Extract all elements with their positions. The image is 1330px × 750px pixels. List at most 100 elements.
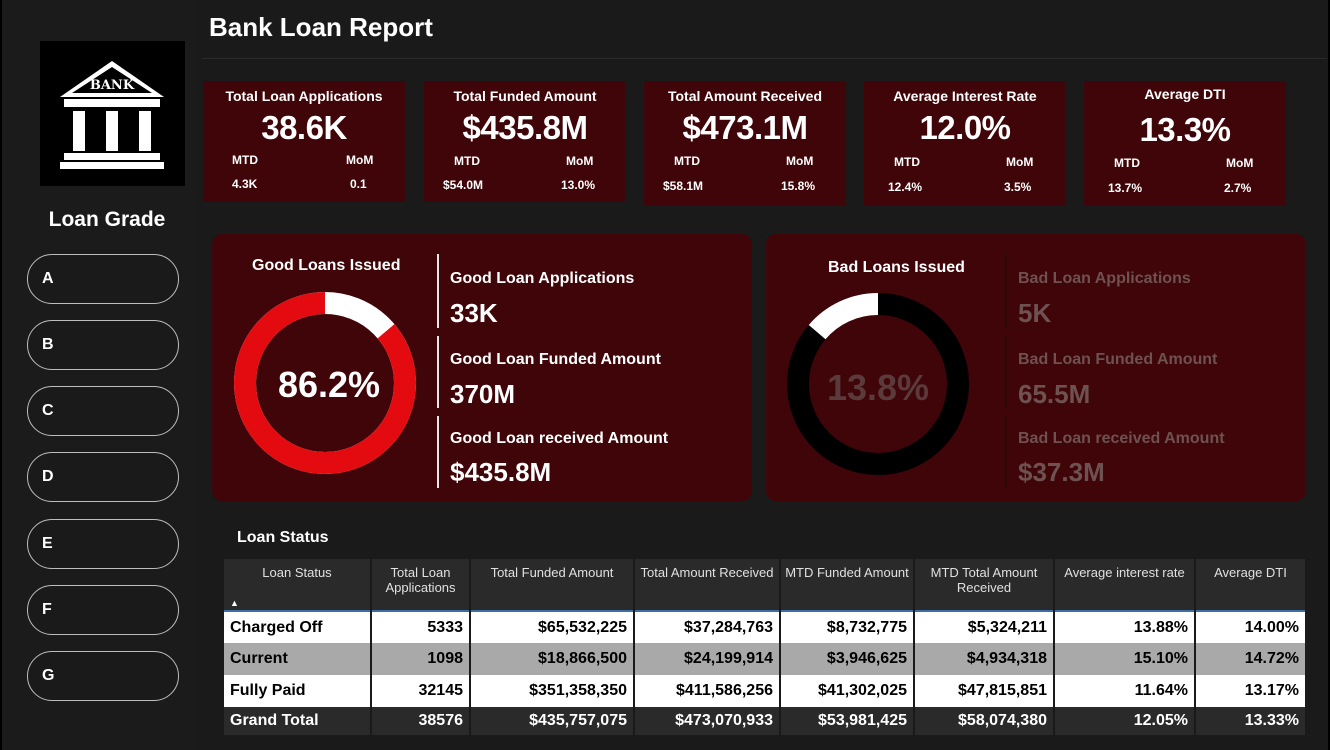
table-row[interactable]: Fully Paid 32145 $351,358,350 $411,586,2… — [224, 675, 1307, 707]
table-cell: $18,866,500 — [470, 643, 635, 675]
sidebar: BANK Loan Grade A B C D E F G — [2, 0, 198, 750]
good-funded-label: Good Loan Funded Amount — [450, 351, 661, 368]
table-cell: 12.05% — [1054, 707, 1196, 735]
table-cell: 38576 — [371, 707, 471, 735]
kpi-mtd-label: MTD — [454, 154, 480, 168]
grade-button-g[interactable]: G — [27, 651, 179, 701]
kpi-mtd-value: 12.4% — [888, 180, 923, 194]
kpi-mom-label: MoM — [786, 154, 814, 168]
grade-button-b[interactable]: B — [27, 320, 179, 370]
kpi-mtd-label: MTD — [1114, 156, 1140, 170]
grade-button-f[interactable]: F — [27, 585, 179, 635]
table-cell: 13.33% — [1195, 707, 1307, 735]
good-loans-panel: Good Loans Issued 86.2% Good Loan Applic… — [212, 234, 752, 501]
bad-received-label: Bad Loan received Amount — [1018, 430, 1225, 447]
kpi-mom-value: 3.5% — [1004, 180, 1032, 194]
bad-loans-title: Bad Loans Issued — [828, 259, 965, 276]
table-cell: $24,199,914 — [634, 643, 781, 675]
kpi-mtd-value: $54.0M — [443, 178, 484, 192]
kpi-mom-value: 13.0% — [561, 178, 596, 192]
good-loans-title: Good Loans Issued — [252, 257, 401, 274]
bad-applications-value: 5K — [1018, 298, 1052, 328]
bad-divider-3 — [1005, 416, 1007, 488]
good-divider-3 — [437, 416, 439, 488]
kpi-value: $435.8M — [462, 109, 588, 146]
bad-received-value: $37.3M — [1018, 457, 1105, 487]
table-row[interactable]: Current 1098 $18,866,500 $24,199,914 $3,… — [224, 643, 1307, 675]
table-cell: $4,934,318 — [914, 643, 1055, 675]
kpi-mom-value: 0.1 — [350, 177, 367, 191]
table-cell: 14.00% — [1195, 610, 1307, 643]
table-cell: $8,732,775 — [780, 610, 915, 643]
column-header-label: Loan Status — [262, 565, 332, 580]
table-cell: Current — [224, 643, 372, 675]
table-cell: $37,284,763 — [634, 610, 781, 643]
table-row[interactable]: Charged Off 5333 $65,532,225 $37,284,763… — [224, 610, 1307, 643]
table-cell: 11.64% — [1054, 675, 1196, 707]
good-funded-value: 370M — [450, 379, 516, 409]
good-received-value: $435.8M — [450, 457, 552, 487]
column-header-average-interest-rate[interactable]: Average interest rate — [1054, 559, 1196, 611]
kpi-mom-label: MoM — [566, 154, 594, 168]
loan-grade-title: Loan Grade — [48, 208, 166, 231]
good-received-label: Good Loan received Amount — [450, 430, 669, 447]
kpi-value: 13.3% — [1139, 111, 1231, 148]
column-header-mtd-funded-amount[interactable]: MTD Funded Amount — [780, 559, 915, 611]
table-cell: 14.72% — [1195, 643, 1307, 675]
good-divider-2 — [437, 336, 439, 408]
kpi-title: Average DTI — [1144, 86, 1226, 102]
bad-loans-panel: Bad Loans Issued 13.8% Bad Loan Applicat… — [766, 234, 1306, 501]
kpi-card-total-loan-applications: Total Loan Applications 38.6K MTD MoM 4.… — [203, 81, 405, 202]
column-header-mtd-total-amount-received[interactable]: MTD Total Amount Received — [914, 559, 1055, 611]
grade-button-d[interactable]: D — [27, 452, 179, 502]
table-cell: $351,358,350 — [470, 675, 635, 707]
bad-divider-2 — [1005, 336, 1007, 408]
kpi-mom-value: 2.7% — [1224, 181, 1252, 195]
good-applications-value: 33K — [450, 298, 498, 328]
table-cell: Charged Off — [224, 610, 372, 643]
table-cell: $65,532,225 — [470, 610, 635, 643]
table-cell: $411,586,256 — [634, 675, 781, 707]
loan-status-title: Loan Status — [237, 529, 329, 546]
column-header-average-dti[interactable]: Average DTI — [1195, 559, 1307, 611]
kpi-title: Total Funded Amount — [453, 88, 597, 104]
bad-funded-label: Bad Loan Funded Amount — [1018, 351, 1218, 368]
bank-logo-icon: BANK — [40, 41, 185, 186]
kpi-card-total-amount-received: Total Amount Received $473.1M MTD MoM $5… — [644, 81, 846, 206]
table-cell: $47,815,851 — [914, 675, 1055, 707]
kpi-card-total-funded-amount: Total Funded Amount $435.8M MTD MoM $54.… — [424, 81, 626, 202]
table-cell: $58,074,380 — [914, 707, 1055, 735]
grade-button-a[interactable]: A — [27, 254, 179, 304]
table-cell: 13.17% — [1195, 675, 1307, 707]
kpi-card-average-dti: Average DTI 13.3% MTD MoM 13.7% 2.7% — [1084, 81, 1286, 206]
table-cell: Grand Total — [224, 707, 372, 735]
table-cell: $53,981,425 — [780, 707, 915, 735]
table-cell: 1098 — [371, 643, 471, 675]
kpi-value: 12.0% — [919, 109, 1011, 146]
kpi-title: Total Amount Received — [667, 88, 823, 104]
kpi-value: 38.6K — [261, 109, 347, 146]
column-header-total-loan-applications[interactable]: Total Loan Applications — [371, 559, 471, 611]
grade-button-e[interactable]: E — [27, 519, 179, 569]
column-header-total-funded-amount[interactable]: Total Funded Amount — [470, 559, 635, 611]
kpi-value: $473.1M — [682, 109, 808, 146]
good-loans-percent: 86.2% — [277, 364, 381, 405]
table-cell: $473,070,933 — [634, 707, 781, 735]
sort-ascending-icon[interactable]: ▲ — [230, 598, 239, 608]
kpi-mtd-value: 4.3K — [232, 177, 258, 191]
table-cell: 32145 — [371, 675, 471, 707]
table-header-row: Loan Status ▲ Total Loan Applications Tot… — [224, 559, 1307, 611]
table-cell: 13.88% — [1054, 610, 1196, 643]
bad-applications-label: Bad Loan Applications — [1018, 270, 1191, 287]
column-header-loan-status[interactable]: Loan Status ▲ — [224, 559, 372, 611]
table-cell: $41,302,025 — [780, 675, 915, 707]
kpi-mtd-value: 13.7% — [1108, 181, 1143, 195]
grade-button-c[interactable]: C — [27, 386, 179, 436]
table-cell: 5333 — [371, 610, 471, 643]
table-cell: $5,324,211 — [914, 610, 1055, 643]
table-cell: Fully Paid — [224, 675, 372, 707]
kpi-mom-value: 15.8% — [781, 179, 816, 193]
kpi-mtd-value: $58.1M — [663, 179, 704, 193]
column-header-total-amount-received[interactable]: Total Amount Received — [634, 559, 781, 611]
title-divider — [202, 58, 1327, 59]
